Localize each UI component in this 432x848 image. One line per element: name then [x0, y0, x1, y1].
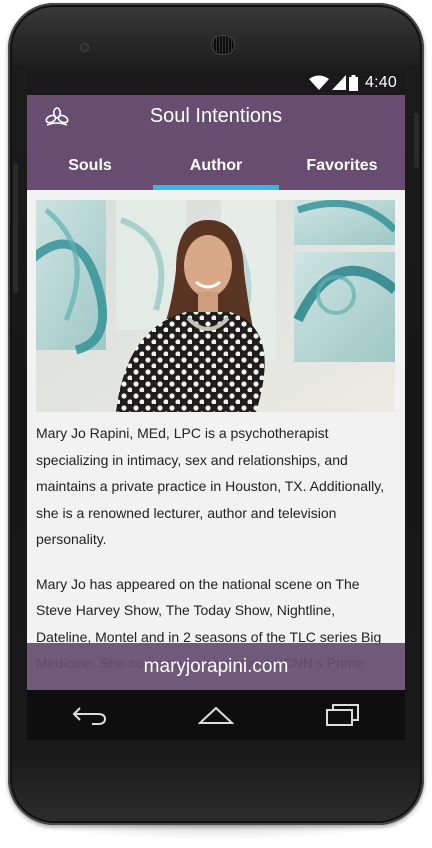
app-bar: Soul Intentions Souls Author Favorites	[27, 95, 405, 190]
website-link[interactable]: maryjorapini.com	[27, 643, 405, 690]
wifi-icon	[309, 75, 330, 90]
battery-icon	[349, 74, 359, 91]
home-icon[interactable]	[192, 700, 240, 730]
volume-button	[13, 163, 18, 293]
phone-screen: 4:40 Soul Intentions Souls Author Favori…	[27, 70, 405, 740]
back-icon[interactable]	[66, 700, 114, 730]
power-button	[414, 113, 419, 168]
signal-icon	[332, 75, 347, 90]
tab-bar: Souls Author Favorites	[27, 150, 405, 190]
earpiece-speaker	[211, 35, 235, 55]
status-bar: 4:40	[27, 70, 405, 95]
android-nav-bar	[27, 690, 405, 740]
tab-favorites[interactable]: Favorites	[279, 150, 405, 190]
recents-icon[interactable]	[318, 700, 366, 730]
tab-souls[interactable]: Souls	[27, 150, 153, 190]
author-photo	[36, 200, 395, 412]
status-icons: 4:40	[309, 74, 397, 91]
tab-author[interactable]: Author	[153, 150, 279, 190]
app-title: Soul Intentions	[149, 105, 283, 127]
status-time: 4:40	[365, 73, 397, 91]
front-camera	[80, 43, 89, 52]
bio-paragraph: Mary Jo Rapini, MEd, LPC is a psychother…	[36, 425, 385, 547]
